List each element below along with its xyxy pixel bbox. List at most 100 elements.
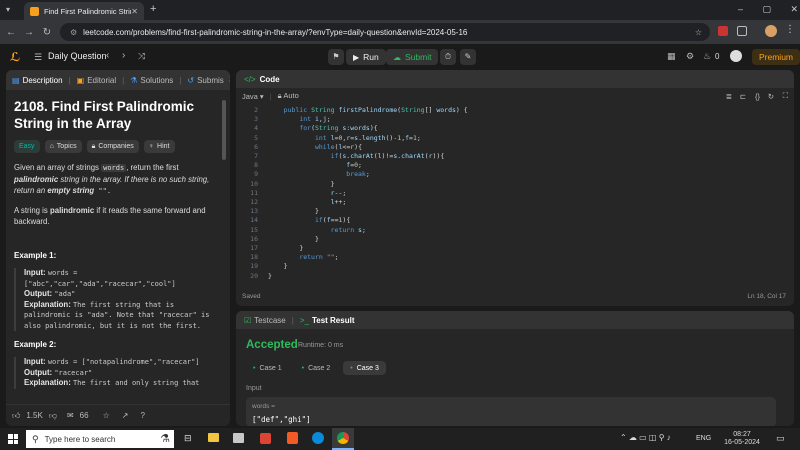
tab-testcase[interactable]: Testcase (254, 316, 286, 325)
forward-icon[interactable]: → (20, 27, 38, 38)
auto-mode-toggle[interactable]: 🔒︎ Auto (278, 91, 299, 101)
terminal-icon: >_ (299, 315, 309, 325)
code-toolbar: Java ▾ | 🔒︎ Auto ≣ ⊏ {} ↻ ⛶ (242, 91, 788, 101)
timer-icon[interactable]: ⏱ (440, 49, 456, 65)
address-bar[interactable]: ⚙ leetcode.com/problems/find-first-palin… (60, 23, 710, 41)
leetcode-logo-icon[interactable]: ℒ (10, 50, 22, 64)
description-scrollbar[interactable] (222, 100, 226, 160)
line-number: 12 (250, 198, 258, 206)
windows-taskbar: ⚲ Type here to search ⚗ ⊟ ⌃ ☁ ▭ ◫ ⚲ ♪ EN… (0, 428, 800, 450)
dislike-icon[interactable]: 👎︎ (49, 411, 57, 421)
line-number: 4 (254, 124, 258, 133)
layout-icon[interactable]: ▦ (667, 51, 676, 62)
saved-status: Saved (242, 293, 261, 300)
tab-solutions[interactable]: Solutions (140, 76, 173, 85)
run-button[interactable]: ▶ Run (346, 49, 386, 65)
hint-button[interactable]: ♀ Hint (143, 140, 175, 153)
submissions-tab-icon: ↺ (187, 75, 195, 85)
tab-close-icon[interactable]: ✕ (131, 7, 138, 16)
share-icon[interactable]: ↗ (122, 411, 129, 420)
debug-icon[interactable]: ⚑ (328, 49, 344, 65)
bookmark-star-icon[interactable]: ☆ (695, 28, 702, 37)
problem-list-icon[interactable]: ☰ (34, 52, 42, 63)
browser-tab-bar: ▾ Find First Palindromic String in ✕ + –… (0, 0, 800, 20)
extension-icon[interactable] (718, 26, 728, 36)
notes-icon[interactable]: ✎ (460, 49, 476, 65)
topics-button[interactable]: ⌂ Topics (44, 140, 82, 153)
windows-start-icon[interactable] (8, 434, 18, 444)
example2-title: Example 2: (14, 340, 57, 349)
tray-icons[interactable]: ⌃ ☁ ▭ ◫ ⚲ ♪ (620, 433, 671, 442)
site-info-icon[interactable]: ⚙ (70, 28, 77, 37)
code-line: int l=0,r=s.length()-1,f=1; (314, 133, 421, 142)
tab-search-icon[interactable]: ▾ (6, 5, 16, 15)
comment-icon[interactable]: ✉ (67, 411, 74, 420)
streak-count: 0 (715, 52, 720, 61)
case-1-button[interactable]: • Case 1 (246, 361, 289, 375)
file-explorer-icon[interactable] (208, 433, 219, 442)
companies-button[interactable]: 🔒︎ Companies (86, 140, 139, 153)
brace-icon[interactable]: {} (755, 92, 760, 101)
browser-tab[interactable]: Find First Palindromic String in ✕ (24, 2, 144, 20)
language-select[interactable]: Java ▾ (242, 92, 264, 101)
settings-gear-icon[interactable]: ⚙ (686, 51, 694, 62)
tab-editorial[interactable]: Editorial (87, 76, 116, 85)
code-line: r--; (330, 188, 347, 197)
chrome-taskbar-button[interactable] (332, 428, 354, 450)
tab-submissions[interactable]: Submis (197, 76, 224, 85)
new-tab-icon[interactable]: + (150, 3, 156, 15)
help-icon[interactable]: ? (140, 411, 144, 420)
back-icon[interactable]: ← (2, 27, 20, 38)
next-problem-icon[interactable]: › (122, 50, 125, 61)
brave-icon[interactable] (287, 432, 298, 444)
tab-test-result[interactable]: Test Result (312, 316, 355, 325)
shuffle-icon[interactable]: ⤨ (138, 51, 145, 62)
clock[interactable]: 08:27 16-05-2024 (722, 431, 762, 447)
tab-description[interactable]: Description (23, 76, 63, 85)
daily-question-link[interactable]: Daily Question (48, 51, 107, 61)
code-line: } (314, 207, 319, 216)
description-footer: 👍︎ 1.5K 👎︎ ✉ 66 ☆ ↗ ? (6, 404, 230, 426)
case-2-button[interactable]: • Case 2 (295, 361, 338, 375)
line-number: 9 (254, 170, 258, 179)
app-icon[interactable] (260, 433, 271, 444)
taskbar-search-box[interactable]: ⚲ Type here to search ⚗ (26, 430, 174, 448)
format-icon[interactable]: ≣ (726, 92, 732, 101)
submit-button[interactable]: ☁ Submit (386, 49, 439, 65)
line-number: 5 (254, 133, 258, 142)
problem-title: 2108. Find First Palindromic String in t… (14, 99, 195, 131)
prev-problem-icon[interactable]: ‹ (106, 50, 109, 61)
like-count: 1.5K (26, 411, 43, 420)
browser-menu-icon[interactable]: ⋮ (785, 24, 795, 35)
maximize-icon[interactable]: ▢ (762, 4, 771, 15)
store-icon[interactable] (233, 433, 244, 443)
premium-button[interactable]: Premium (752, 49, 800, 65)
code-editor[interactable]: 2 public String firstPalindrome(String[]… (236, 106, 794, 286)
extensions-puzzle-icon[interactable] (737, 26, 747, 36)
code-bookmark-icon[interactable]: ⊏ (740, 92, 746, 101)
profile-avatar[interactable] (765, 25, 777, 37)
reload-icon[interactable]: ↻ (38, 27, 56, 38)
minimize-icon[interactable]: – (738, 4, 743, 15)
input-var-value: ["def","ghi"] (252, 415, 311, 424)
code-line: if(f==1){ (314, 216, 351, 225)
line-number: 20 (250, 271, 258, 280)
description-panel: ▤ Description | ▣ Editorial | ⚗ Solution… (6, 70, 230, 426)
browser-toolbar: ← → ↻ ⚙ leetcode.com/problems/find-first… (0, 20, 800, 44)
accepted-status: Accepted (246, 339, 298, 351)
language-indicator[interactable]: ENG (696, 435, 711, 442)
case-3-button[interactable]: • Case 3 (343, 361, 386, 375)
line-number: 14 (250, 216, 258, 225)
input-var-label: words = (252, 403, 275, 410)
like-icon[interactable]: 👍︎ (12, 411, 20, 421)
notifications-icon[interactable]: ▭ (776, 433, 785, 444)
user-avatar[interactable] (730, 50, 742, 62)
close-window-icon[interactable]: ✕ (790, 4, 798, 15)
fullscreen-icon[interactable]: ⛶ (783, 91, 788, 101)
edge-icon[interactable] (312, 432, 324, 444)
code-line: l++; (330, 198, 347, 206)
streak-fire-icon[interactable]: ♨ (703, 51, 711, 62)
task-view-icon[interactable]: ⊟ (184, 433, 192, 444)
favorite-star-icon[interactable]: ☆ (103, 411, 110, 420)
reset-icon[interactable]: ↻ (768, 92, 774, 101)
